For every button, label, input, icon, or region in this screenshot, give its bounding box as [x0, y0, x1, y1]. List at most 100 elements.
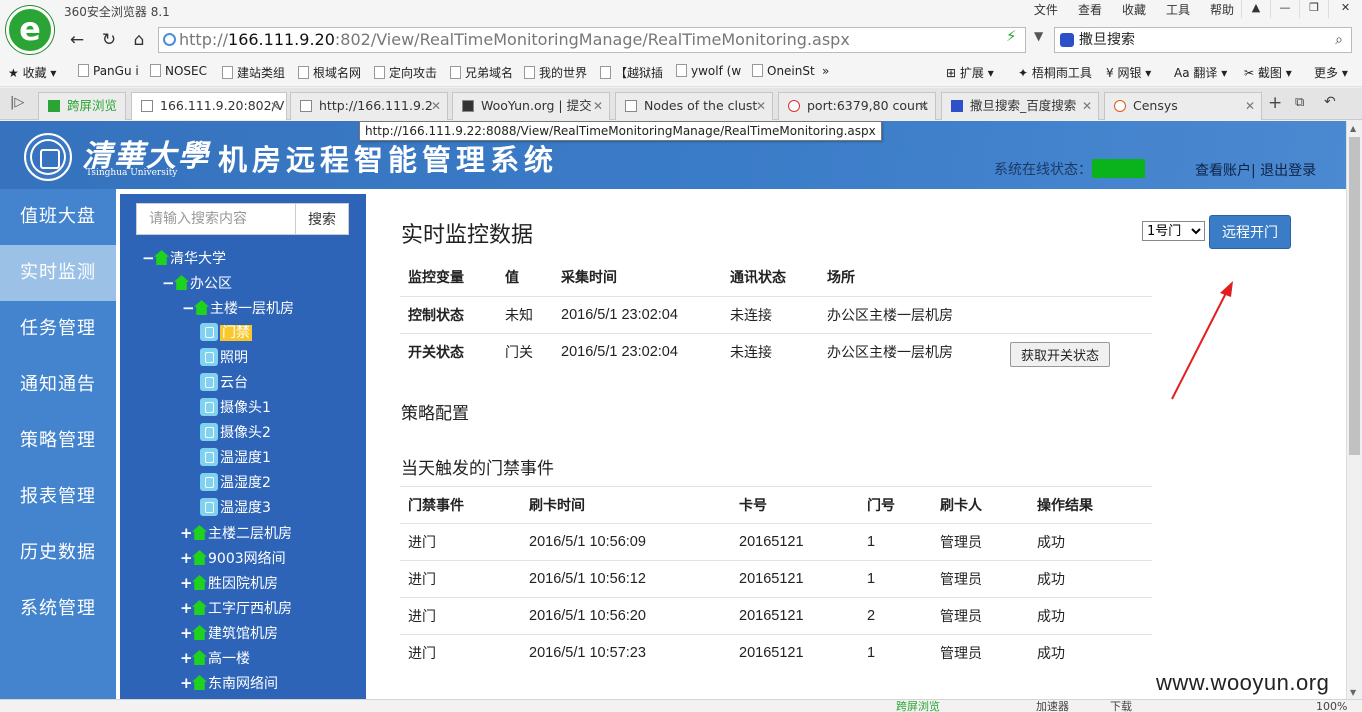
close-tab-icon[interactable]: ✕ [1082, 93, 1092, 119]
expand-icon[interactable]: + [180, 672, 193, 694]
bookmarks-overflow[interactable]: » [822, 64, 829, 78]
home-icon[interactable]: ⌂ [128, 30, 150, 52]
undo-close-icon[interactable]: ↶ [1324, 94, 1336, 110]
tab-item[interactable]: Nodes of the clust ✕ [615, 92, 773, 120]
scroll-up-icon[interactable]: ▲ [1350, 124, 1356, 133]
bookmark-item[interactable]: 根域名网 [298, 64, 361, 81]
expand-icon[interactable]: + [180, 522, 193, 544]
tab-item[interactable]: http://166.111.9.2 ✕ [290, 92, 448, 120]
scroll-down-icon[interactable]: ▼ [1350, 688, 1356, 697]
tree-node-thermo3[interactable]: 温湿度3 [200, 497, 271, 519]
speed-mode-icon[interactable]: ⚡ [1006, 27, 1017, 45]
tab-item[interactable]: 撒旦搜索_百度搜索 ✕ [941, 92, 1099, 120]
tree-node-tsinghua[interactable]: − 清华大学 [142, 247, 226, 269]
online-banking[interactable]: ¥ 网银 ▾ [1106, 64, 1151, 81]
tab-item[interactable]: Censys ✕ [1104, 92, 1262, 120]
get-switch-status-button[interactable]: 获取开关状态 [1010, 342, 1110, 367]
tree-node-main-floor2[interactable]: + 主楼二层机房 [180, 522, 292, 544]
nav-realtime-monitor[interactable]: 实时监测 [0, 245, 116, 301]
expand-icon[interactable]: + [180, 597, 193, 619]
remote-open-button[interactable]: 远程开门 [1209, 215, 1291, 249]
browser-search-box[interactable]: 撒旦搜索 ⌕ [1054, 27, 1352, 53]
tree-node-thermo1[interactable]: 温湿度1 [200, 447, 271, 469]
status-zoom[interactable]: 100% [1316, 700, 1347, 712]
skin-icon[interactable]: ▲ [1241, 0, 1270, 18]
close-tab-icon[interactable]: ✕ [593, 93, 603, 119]
expand-icon[interactable]: + [180, 647, 193, 669]
bookmark-item[interactable]: 建站类组 [222, 64, 285, 81]
bookmark-item[interactable]: 兄弟域名 [450, 64, 513, 81]
collapse-icon[interactable]: − [142, 247, 155, 269]
tree-search-input[interactable] [136, 203, 296, 235]
nav-duty-dashboard[interactable]: 值班大盘 [0, 189, 116, 245]
tab-item[interactable]: WooYun.org | 提交 ✕ [452, 92, 610, 120]
close-tab-icon[interactable]: ✕ [919, 93, 929, 119]
tree-node-access-control[interactable]: 门禁 [200, 322, 252, 344]
minimize-icon[interactable]: — [1270, 0, 1299, 18]
tree-node-gongziting[interactable]: + 工字厅西机房 [180, 597, 292, 619]
tab-current[interactable]: 166.111.9.20:802/V ✕ [131, 92, 287, 120]
wutong-tool[interactable]: ✦ 梧桐雨工具 [1018, 64, 1092, 81]
status-accelerator[interactable]: 加速器 [1036, 700, 1069, 712]
expand-icon[interactable]: + [180, 572, 193, 594]
nav-strategy-management[interactable]: 策略管理 [0, 413, 116, 469]
nav-report-management[interactable]: 报表管理 [0, 469, 116, 525]
collapse-icon[interactable]: − [162, 272, 175, 294]
tree-node-lighting[interactable]: 照明 [200, 347, 248, 369]
tree-node-thermo2[interactable]: 温湿度2 [200, 472, 271, 494]
tree-node-office[interactable]: − 办公区 [162, 272, 232, 294]
menu-view[interactable]: 查看 [1068, 1, 1112, 19]
tree-node-camera1[interactable]: 摄像头1 [200, 397, 271, 419]
bookmark-item[interactable]: 定向攻击 [374, 64, 437, 81]
screenshot[interactable]: ✂ 截图 ▾ [1244, 64, 1292, 81]
bookmark-item[interactable]: 【越狱插 [600, 64, 663, 81]
scroll-thumb[interactable] [1349, 137, 1360, 455]
page-scrollbar[interactable]: ▲ ▼ [1346, 121, 1362, 699]
translate[interactable]: Aa 翻译 ▾ [1174, 64, 1227, 81]
tab-cross-screen[interactable]: 跨屏浏览 [38, 92, 126, 120]
close-tab-icon[interactable]: ✕ [270, 93, 280, 119]
account-links[interactable]: 查看账户| 退出登录 [1195, 160, 1316, 180]
new-tab-icon[interactable]: + [1268, 93, 1282, 113]
bookmark-item[interactable]: 我的世界 [524, 64, 587, 81]
refresh-icon[interactable]: ↻ [98, 30, 120, 52]
tree-node-architecture[interactable]: + 建筑馆机房 [180, 622, 278, 644]
bookmark-favorites[interactable]: ★ 收藏 ▾ [8, 64, 56, 81]
close-tab-icon[interactable]: ✕ [1245, 93, 1255, 119]
expand-icon[interactable]: + [180, 622, 193, 644]
menu-favorites[interactable]: 收藏 [1112, 1, 1156, 19]
search-icon[interactable]: ⌕ [1335, 28, 1343, 52]
chevron-down-icon[interactable]: ▼ [1034, 29, 1043, 43]
tree-node-southeast[interactable]: + 东南网络间 [180, 672, 278, 694]
sidebar-toggle-icon[interactable]: |▷ [10, 95, 24, 110]
close-tab-icon[interactable]: ✕ [756, 93, 766, 119]
nav-system-management[interactable]: 系统管理 [0, 581, 116, 637]
expand-icon[interactable]: + [180, 547, 193, 569]
back-icon[interactable]: ← [66, 30, 88, 52]
collapse-icon[interactable]: − [182, 297, 195, 319]
tree-node-9003[interactable]: +9003网络间 [180, 547, 286, 569]
maximize-icon[interactable]: ❐ [1299, 0, 1328, 18]
bookmark-item[interactable]: PanGu i [78, 64, 139, 78]
close-tab-icon[interactable]: ✕ [431, 93, 441, 119]
status-download[interactable]: 下载 [1110, 700, 1132, 712]
more-menu[interactable]: 更多 ▾ [1314, 64, 1348, 81]
tab-list-icon[interactable]: ⧉ [1295, 95, 1304, 110]
bookmark-item[interactable]: OneinSt [752, 64, 815, 78]
address-bar[interactable]: http://166.111.9.20:802/View/RealTimeMon… [158, 27, 1026, 53]
menu-tools[interactable]: 工具 [1156, 1, 1200, 19]
nav-history-data[interactable]: 历史数据 [0, 525, 116, 581]
tree-node-shengyin[interactable]: + 胜因院机房 [180, 572, 278, 594]
tab-item[interactable]: port:6379,80 count ✕ [778, 92, 936, 120]
menu-help[interactable]: 帮助 [1200, 1, 1244, 19]
door-select[interactable]: 1号门 [1142, 221, 1205, 241]
status-cross-screen[interactable]: 跨屏浏览 [896, 700, 940, 712]
nav-task-management[interactable]: 任务管理 [0, 301, 116, 357]
menu-file[interactable]: 文件 [1024, 1, 1068, 19]
nav-notices[interactable]: 通知通告 [0, 357, 116, 413]
tree-node-main-floor1[interactable]: − 主楼一层机房 [182, 297, 294, 319]
close-icon[interactable]: ✕ [1328, 0, 1362, 18]
search-engine-icon[interactable] [1060, 33, 1074, 47]
tree-node-camera2[interactable]: 摄像头2 [200, 422, 271, 444]
tree-node-gaoyilou[interactable]: + 高一楼 [180, 647, 250, 669]
